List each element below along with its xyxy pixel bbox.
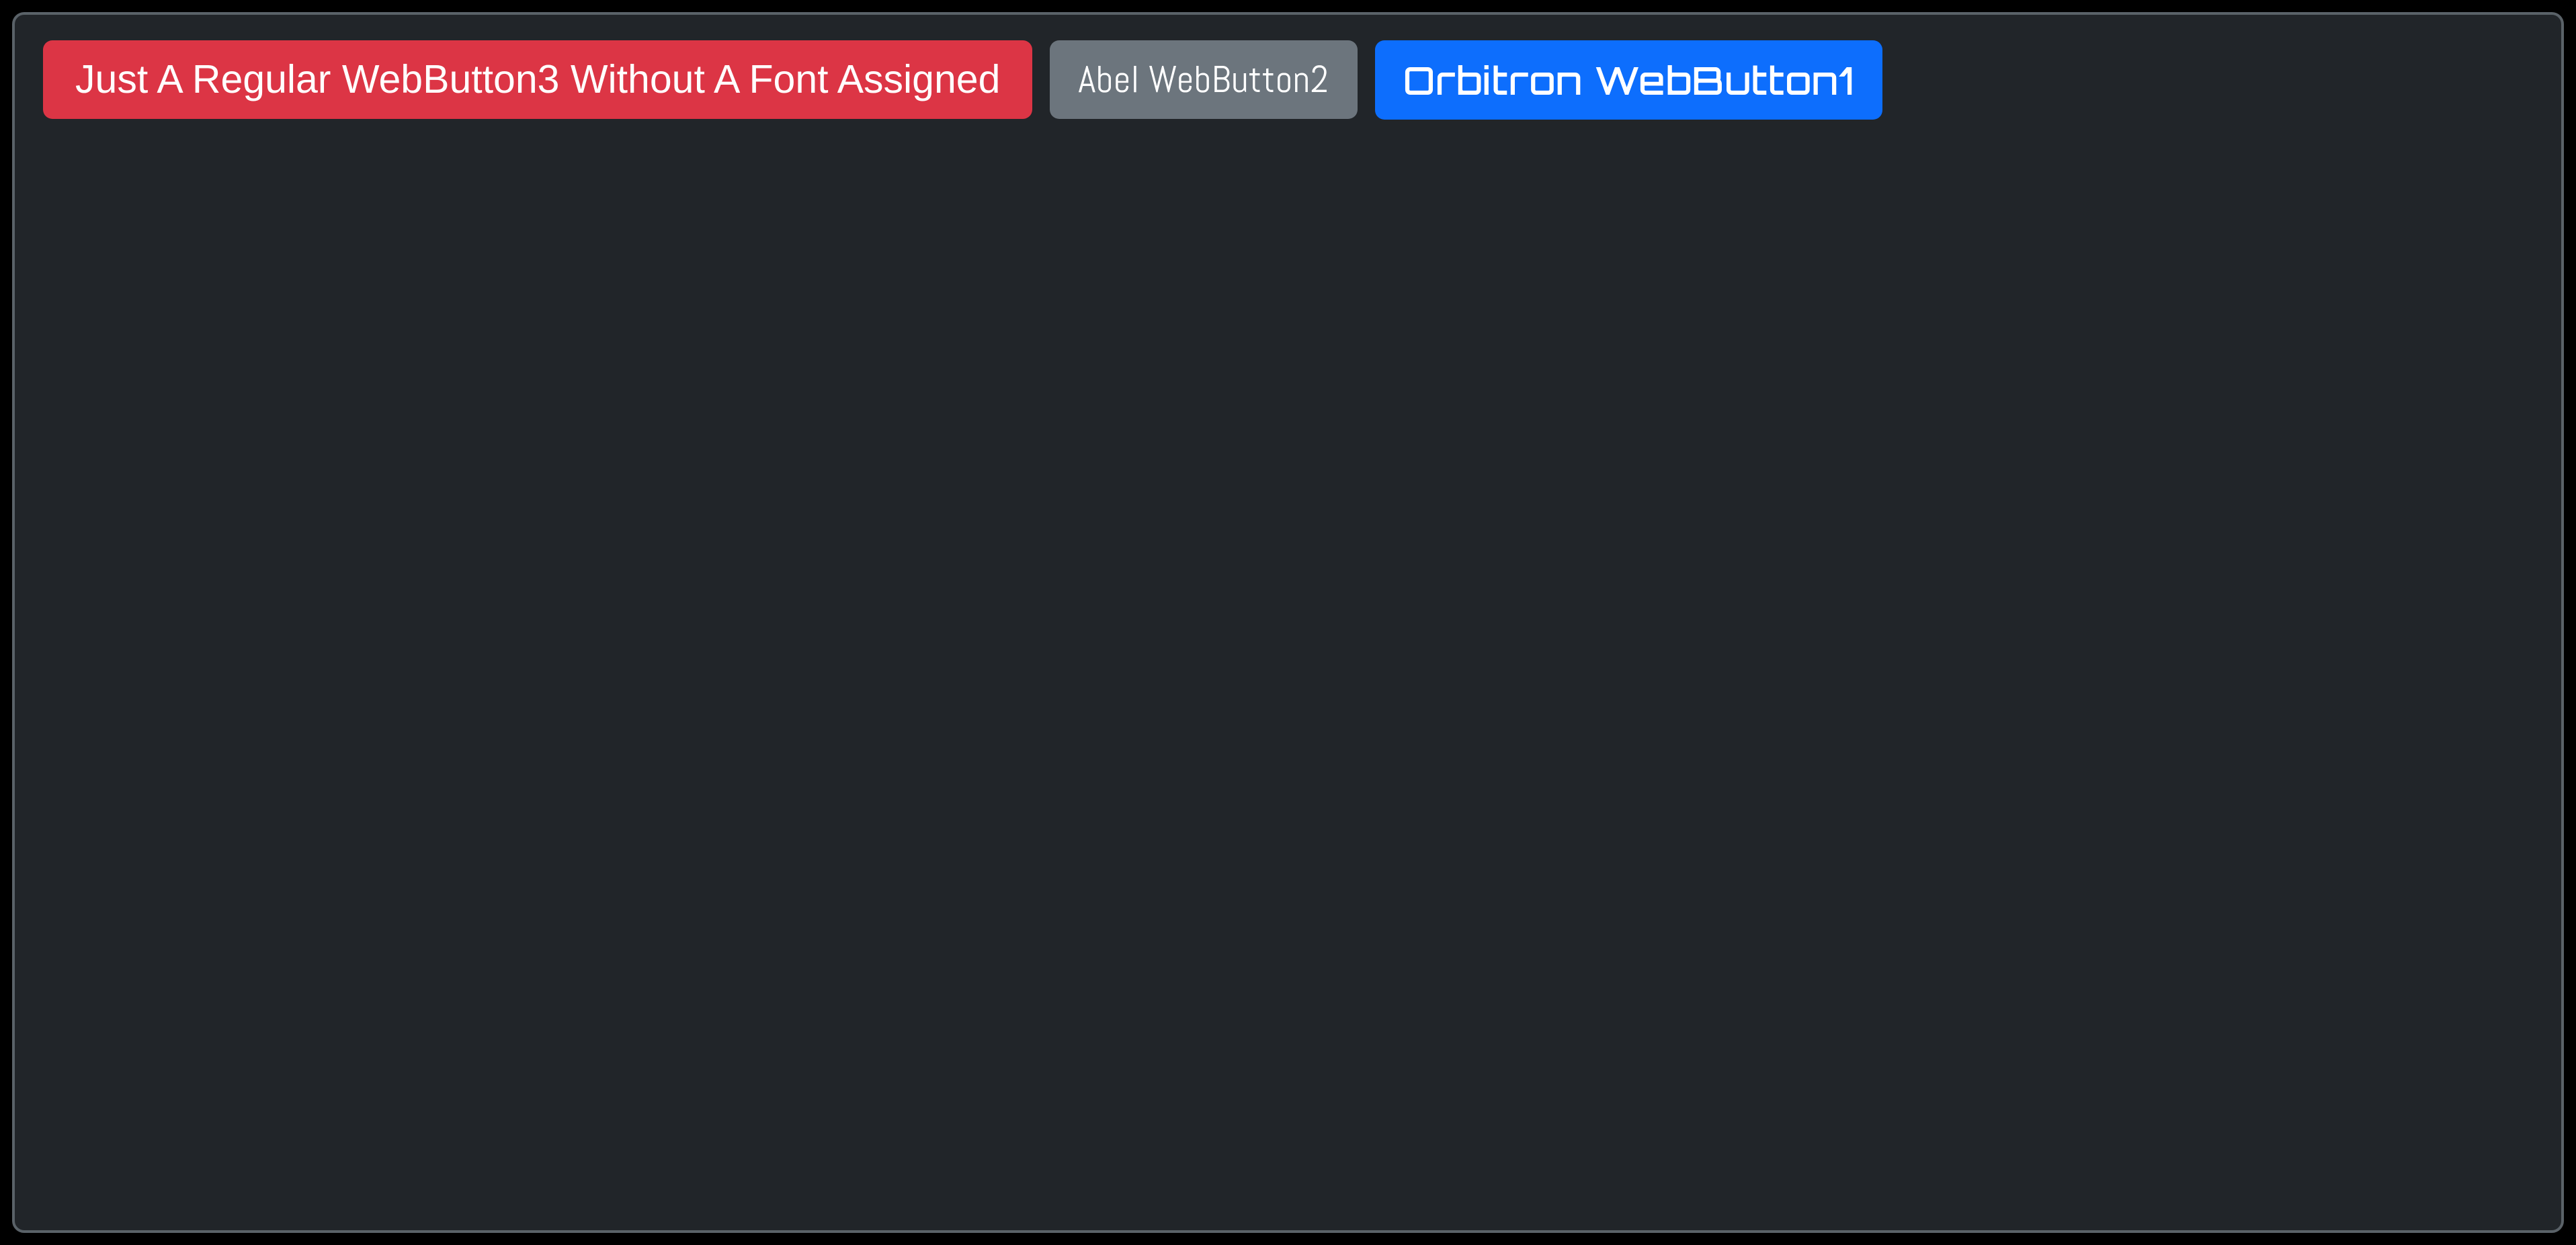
webbutton2-label: Abel WebButton2	[1078, 55, 1329, 104]
webbutton3[interactable]: Just A Regular WebButton3 Without A Font…	[43, 40, 1032, 119]
webbutton1-label: Orbitron WebButton1	[1403, 55, 1855, 105]
webbutton2[interactable]: Abel WebButton2	[1050, 40, 1357, 119]
window-frame: Just A Regular WebButton3 Without A Font…	[12, 12, 2564, 1233]
webbutton1[interactable]: Orbitron WebButton1	[1375, 40, 1883, 120]
webbutton3-label: Just A Regular WebButton3 Without A Font…	[75, 54, 1000, 105]
